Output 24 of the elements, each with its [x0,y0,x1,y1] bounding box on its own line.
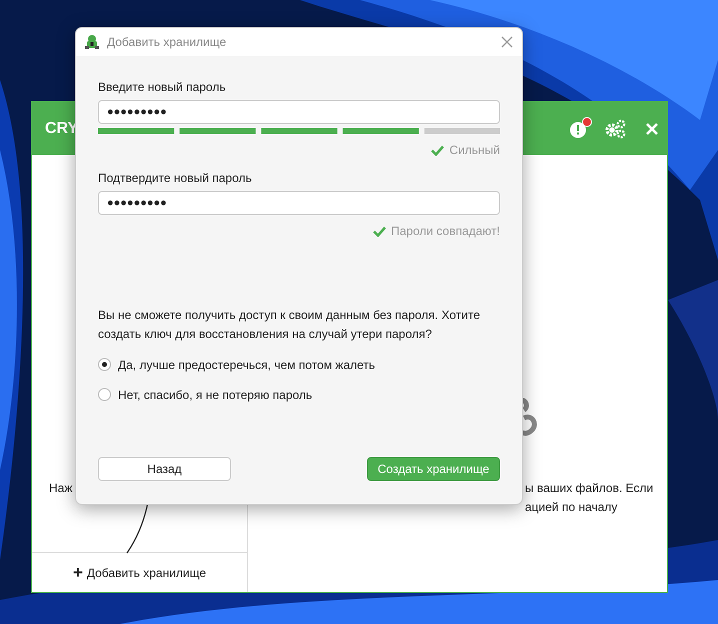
robot-icon [84,34,100,50]
hint-text: Наж [49,481,72,495]
back-button[interactable]: Назад [98,457,231,481]
strength-text: Сильный [449,143,500,157]
password-field[interactable]: ●●●●●●●●● [98,100,500,124]
radio-label[interactable]: Нет, спасибо, я не потеряю пароль [118,388,312,402]
settings-icon[interactable] [605,118,627,138]
radio-label[interactable]: Да, лучше предостеречься, чем потом жалеть [118,358,376,372]
radio-button[interactable] [98,358,111,371]
field-label: Введите новый пароль [98,80,226,94]
question-text: Вы не сможете получить доступ к своим данным без пароля. Хотите создать ключ для восстановления на случай утери пароля? [98,307,481,343]
check-icon [431,144,444,156]
body-text: ацией по началу [525,499,618,516]
close-icon[interactable] [500,35,514,49]
check-icon [372,226,386,236]
alert-icon[interactable] [569,118,591,138]
field-label: Подтвердите новый пароль [98,171,252,185]
match-text: Пароли совпадают! [390,224,500,238]
app-title: CRY [45,120,78,138]
notification-dot [582,116,592,126]
password-field[interactable]: ●●●●●●●●● [98,191,500,215]
body-text: ы ваших файлов. Если [525,480,654,497]
radio-button[interactable] [98,388,111,401]
dialog-title: Добавить хранилище [107,35,228,49]
